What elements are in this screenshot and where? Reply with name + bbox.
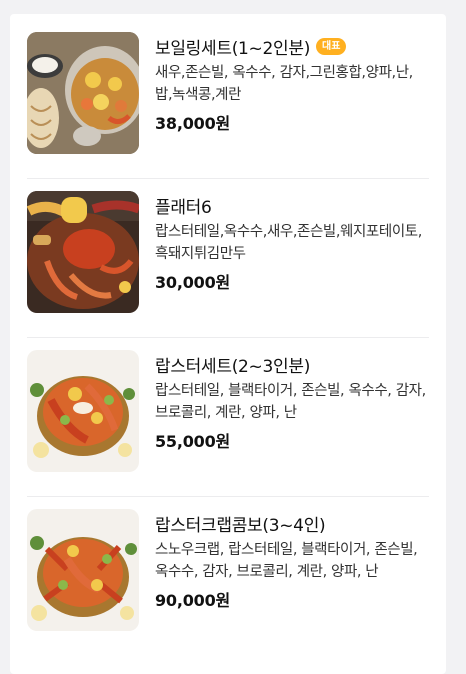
menu-item-price: 30,000원	[155, 273, 231, 292]
menu-item-photo	[27, 350, 139, 472]
menu-item-description: 스노우크랩, 랍스터테일, 블랙타이거, 존슨빌, 옥수수, 감자, 브로콜리,…	[155, 542, 418, 580]
menu-item-photo	[27, 509, 139, 631]
menu-item-photo	[27, 32, 139, 154]
menu-list: 보일링세트(1~2인분) 대표 새우,존슨빌, 옥수수, 감자,그린홍합,양파,…	[10, 14, 446, 674]
menu-item-lobster-crab-combo[interactable]: 랍스터크랩콤보(3~4인) 스노우크랩, 랍스터테일, 블랙타이거, 존슨빌, …	[27, 509, 429, 635]
menu-item-description: 랍스터테일, 블랙타이거, 존슨빌, 옥수수, 감자, 브로콜리, 계란, 양파…	[155, 383, 426, 421]
menu-item-price: 90,000원	[155, 591, 231, 610]
item-divider	[27, 496, 429, 497]
menu-item-description: 새우,존슨빌, 옥수수, 감자,그린홍합,양파,난,밥,녹색콩,계란	[155, 65, 413, 103]
menu-item-price: 38,000원	[155, 114, 231, 133]
menu-item-description: 랍스터테일,옥수수,새우,존슨빌,웨지포테이토,흑돼지튀김만두	[155, 224, 422, 262]
menu-item-name: 랍스터크랩콤보(3~4인)	[155, 515, 326, 536]
item-divider	[27, 178, 429, 179]
signature-badge: 대표	[316, 37, 347, 55]
menu-item-boiling-set[interactable]: 보일링세트(1~2인분) 대표 새우,존슨빌, 옥수수, 감자,그린홍합,양파,…	[27, 32, 429, 179]
menu-item-lobster-set[interactable]: 랍스터세트(2~3인분) 랍스터테일, 블랙타이거, 존슨빌, 옥수수, 감자,…	[27, 350, 429, 497]
menu-item-name: 랍스터세트(2~3인분)	[155, 356, 311, 377]
menu-item-price: 55,000원	[155, 432, 231, 451]
menu-item-photo	[27, 191, 139, 313]
menu-item-name: 플래터6	[155, 197, 212, 218]
menu-item-name: 보일링세트(1~2인분)	[155, 38, 311, 59]
menu-item-platter-6[interactable]: 플래터6 랍스터테일,옥수수,새우,존슨빌,웨지포테이토,흑돼지튀김만두 30,…	[27, 191, 429, 338]
item-divider	[27, 337, 429, 338]
